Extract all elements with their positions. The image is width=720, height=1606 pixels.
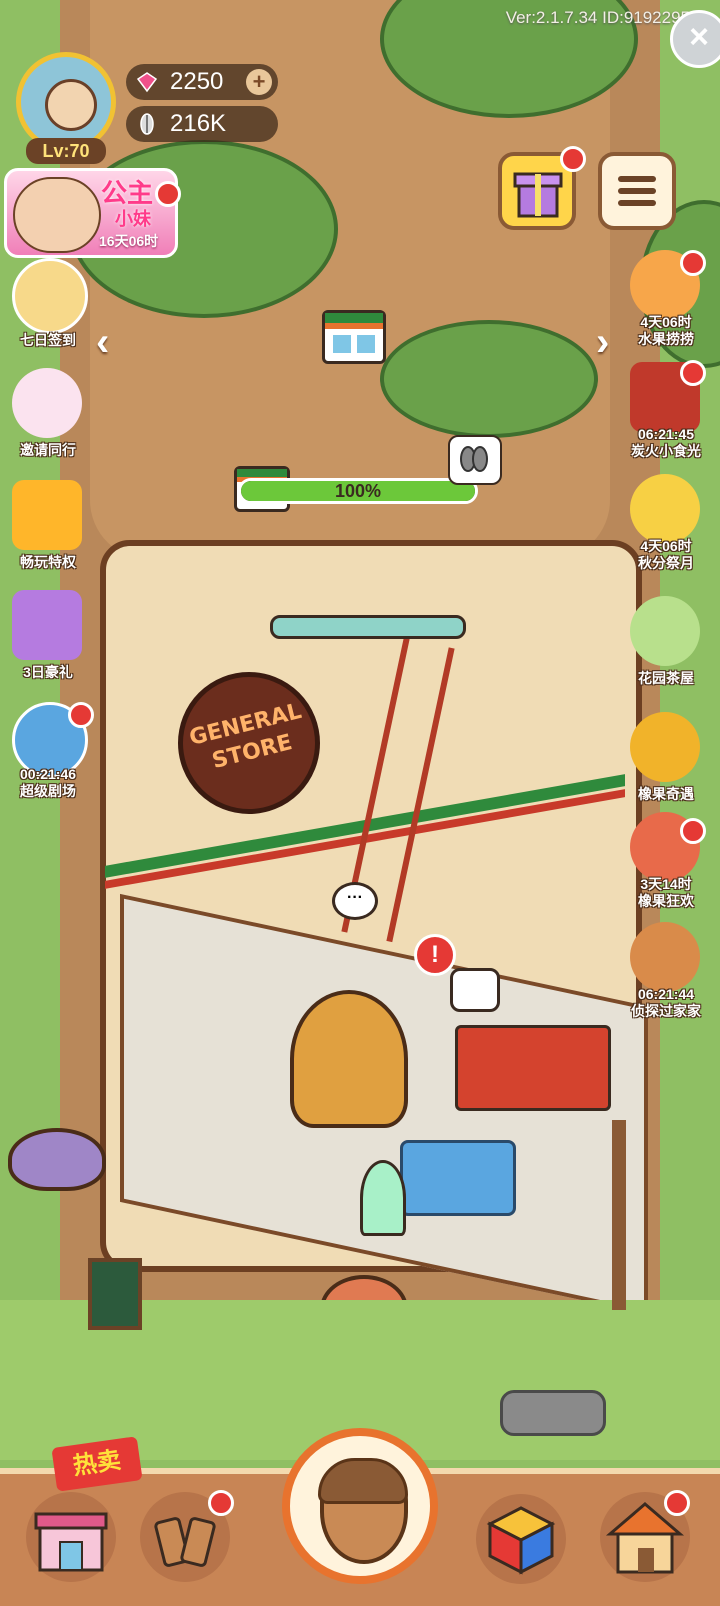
rotating-display-stand[interactable] xyxy=(290,990,408,1128)
teapot-icon xyxy=(630,596,700,666)
side-label: 畅玩特权 xyxy=(20,554,76,570)
menu-autumn-moon[interactable]: 4天06时 秋分祭月 xyxy=(618,474,714,584)
shop-button[interactable] xyxy=(26,1492,116,1582)
notification-dot xyxy=(680,818,706,844)
menu-seven-day-signin[interactable]: 七日签到 xyxy=(0,258,96,368)
menu-detective-play[interactable]: 06:21:44 侦探过家家 xyxy=(618,922,714,1032)
event-timer: 16天06时 xyxy=(99,233,159,249)
golden-acorn-icon xyxy=(630,712,700,782)
home-button[interactable] xyxy=(600,1490,690,1582)
event-timer: 06:21:44 xyxy=(637,986,695,1002)
notification-dot xyxy=(680,360,706,386)
invite-hand-icon xyxy=(12,368,82,438)
foliage-middle xyxy=(380,320,598,438)
gem-icon xyxy=(136,72,158,93)
general-store-sign: GENERAL STORE xyxy=(178,672,320,814)
acorn-main-button[interactable] xyxy=(282,1428,438,1584)
gift-box-icon xyxy=(12,590,82,660)
notification-dot xyxy=(560,146,586,172)
ice-cream-sign xyxy=(360,1160,406,1236)
notification-dot xyxy=(68,702,94,728)
menu-vip-privileges[interactable]: 畅玩特权 xyxy=(0,480,96,590)
vip-badge-icon xyxy=(12,480,82,550)
calendar-icon xyxy=(12,258,88,334)
menu-acorn-adventure[interactable]: 橡果奇遇 xyxy=(618,712,714,822)
side-label: 橡果狂欢 xyxy=(638,893,694,909)
menu-super-theater[interactable]: 00:21:46 超级剧场 xyxy=(0,702,96,812)
color-cube-icon xyxy=(486,1506,556,1575)
side-label: 侦探过家家 xyxy=(631,1003,701,1019)
collect-seeds-bubble[interactable] xyxy=(448,435,502,485)
event-timer: 06:21:45 xyxy=(637,426,695,442)
event-timer: 3天14时 xyxy=(640,876,692,892)
checkout-counter[interactable] xyxy=(455,1025,611,1111)
prev-scene-arrow[interactable]: ‹ xyxy=(96,320,109,365)
gift-button[interactable] xyxy=(498,146,586,230)
lamp-post xyxy=(612,1120,626,1310)
side-label: 邀请同行 xyxy=(20,442,76,458)
notification-dot xyxy=(208,1490,234,1516)
event-timer: 4天06时 xyxy=(640,314,692,330)
seed-counter: 216K xyxy=(126,106,278,142)
ice-cream-freezer[interactable] xyxy=(400,1140,516,1216)
add-gems-button[interactable]: + xyxy=(246,69,272,95)
store-building-icon[interactable] xyxy=(322,310,386,364)
menu-charcoal-snacks[interactable]: 06:21:45 炭火小食光 xyxy=(618,360,714,472)
speech-bubble-icon[interactable]: ··· xyxy=(332,882,378,920)
alert-bubble-icon[interactable]: ! xyxy=(414,934,456,976)
side-label: 00:21:46 超级剧场 xyxy=(19,766,77,799)
menu-fruit-catch[interactable]: 4天06时 水果捞捞 xyxy=(618,250,714,360)
seed-icon xyxy=(460,446,488,472)
player-avatar[interactable] xyxy=(16,52,116,152)
menu-chalkboard[interactable] xyxy=(88,1258,142,1330)
seed-amount: 216K xyxy=(170,110,227,137)
mooncake-icon xyxy=(630,474,700,544)
notification-dot xyxy=(680,250,706,276)
cheers-button[interactable] xyxy=(140,1490,234,1582)
avatar-character xyxy=(45,79,97,131)
mushroom-left xyxy=(8,1128,106,1191)
event-timer: 4天06时 xyxy=(640,538,692,554)
menu-invite-friends[interactable]: 邀请同行 xyxy=(0,368,96,478)
princess-event-banner[interactable]: 公主 小妹 16天06时 xyxy=(4,168,181,258)
side-label: 炭火小食光 xyxy=(631,443,701,459)
close-icon: × xyxy=(689,18,709,56)
gem-amount: 2250 xyxy=(170,68,224,95)
version-id-text: Ver:2.1.7.34 ID:9192295 xyxy=(505,8,690,27)
close-button[interactable]: × xyxy=(670,10,720,68)
side-label: 秋分祭月 xyxy=(638,555,694,571)
notification-dot xyxy=(155,181,181,207)
menu-three-day-gift[interactable]: 3日豪礼 xyxy=(0,590,96,700)
detective-icon xyxy=(630,922,700,992)
rock xyxy=(500,1390,606,1436)
seed-bubble-icon[interactable] xyxy=(450,968,500,1012)
gem-counter[interactable]: 2250 + xyxy=(126,64,278,100)
menu-button[interactable] xyxy=(598,152,676,230)
menu-acorn-carnival[interactable]: 3天14时 橡果狂欢 xyxy=(618,812,714,922)
progress-text: 100% xyxy=(334,481,382,501)
cat-characters-icon xyxy=(13,177,101,253)
store-progress-bar: 100% xyxy=(238,478,478,504)
next-scene-arrow[interactable]: › xyxy=(596,320,609,365)
acorn-icon xyxy=(318,1458,408,1564)
side-label: 花园茶屋 xyxy=(638,670,694,686)
cube-button[interactable] xyxy=(476,1494,566,1584)
menu-list-icon xyxy=(618,176,656,206)
shop-icon xyxy=(34,1512,108,1572)
side-label: 七日签到 xyxy=(20,332,76,348)
menu-garden-teahouse[interactable]: 花园茶屋 xyxy=(618,596,714,706)
side-label: 橡果奇遇 xyxy=(638,786,694,802)
side-label: 3日豪礼 xyxy=(23,664,73,680)
ceiling-fan xyxy=(270,615,466,639)
event-subtitle: 小妹 xyxy=(115,209,151,229)
side-label: 水果捞捞 xyxy=(638,331,694,347)
notification-dot xyxy=(664,1490,690,1516)
sunflower-seed-icon xyxy=(140,113,154,135)
player-level-badge: Lv:70 xyxy=(26,138,106,164)
